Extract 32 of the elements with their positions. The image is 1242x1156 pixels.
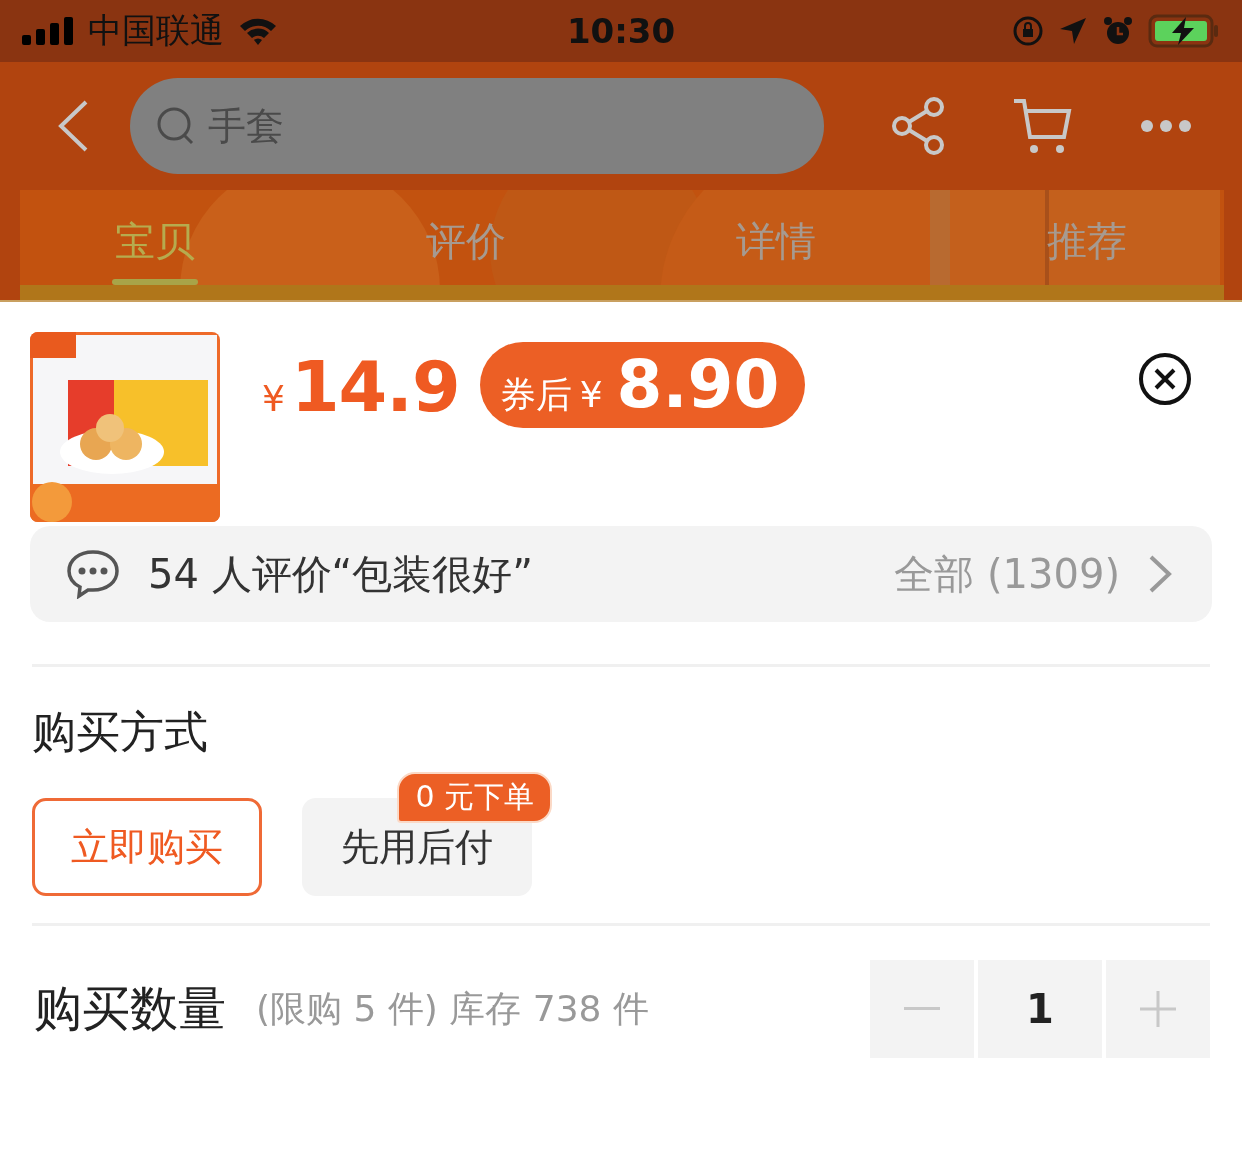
clock-time: 10:30 [566,11,676,51]
minus-icon [904,1007,940,1011]
option-button[interactable]: 立即购买 [32,798,262,896]
cart-icon[interactable] [1012,97,1072,155]
coupon-price: 8.90 [616,345,780,425]
purchase-limit-text: (限购 5 件) 库存 738 件 [256,986,649,1031]
promo-tooltip: 0 元下单 [397,772,552,823]
rotation-lock-icon [1012,15,1044,47]
alarm-icon [1102,15,1134,47]
signal-icon [22,17,74,45]
wifi-icon [238,16,278,46]
tab[interactable]: 评价 [422,190,509,290]
share-icon[interactable] [892,97,944,155]
coupon-label: 券后 [499,373,572,417]
section-title: 购买数量 [34,979,226,1038]
quantity-value[interactable]: 1 [978,960,1102,1058]
tab[interactable]: 宝贝 [112,190,199,290]
section-title: 购买方式 [32,705,209,759]
plus-icon [1140,991,1176,1027]
currency-symbol: ¥ [262,378,285,419]
chevron-right-icon[interactable] [1148,554,1172,594]
review-summary[interactable]: 54 人评价“包装很好” [148,546,534,602]
location-icon [1058,16,1088,46]
close-icon[interactable] [1138,352,1192,406]
back-icon[interactable] [56,99,90,153]
carrier-name: 中国联通 [88,9,224,52]
currency-symbol: ¥ [579,373,603,417]
price: 14.9 [290,346,460,428]
battery-icon [1148,14,1220,48]
chat-bubble-icon [66,549,120,599]
more-icon[interactable] [1140,119,1192,133]
all-reviews-link[interactable]: 全部 (1309) [894,546,1120,602]
